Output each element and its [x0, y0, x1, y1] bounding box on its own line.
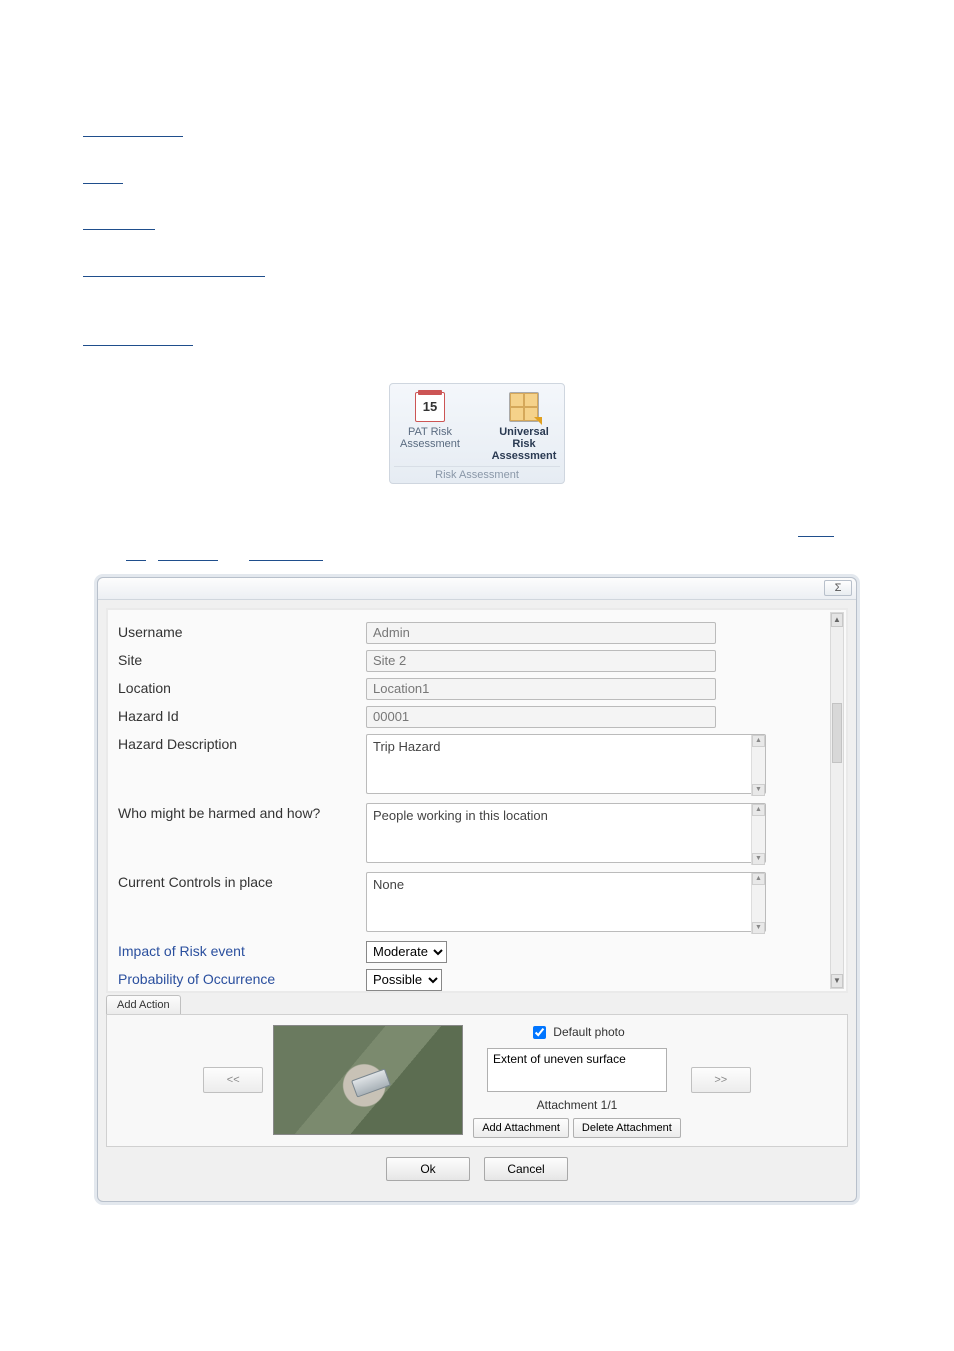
site-field[interactable]: [366, 650, 716, 672]
label-hazard-description: Hazard Description: [118, 734, 366, 752]
label-probability: Probability of Occurrence: [118, 969, 366, 987]
label-current-controls: Current Controls in place: [118, 872, 366, 890]
attachment-caption-field[interactable]: Extent of uneven surface: [487, 1048, 667, 1092]
scroll-down-button[interactable]: ▼: [752, 853, 765, 865]
scroll-thumb[interactable]: [832, 703, 842, 763]
ribbon-risk-assessment-group: 15 PAT RiskAssessment Universal RiskAsse…: [389, 383, 565, 484]
label-impact: Impact of Risk event: [118, 941, 366, 959]
location-field[interactable]: [366, 678, 716, 700]
next-attachment-button[interactable]: >>: [691, 1067, 751, 1093]
grid-warning-icon: [509, 392, 539, 422]
label-site: Site: [118, 650, 366, 668]
scroll-down-button[interactable]: ▼: [831, 974, 843, 988]
cancel-button[interactable]: Cancel: [484, 1157, 568, 1181]
username-field[interactable]: [366, 622, 716, 644]
textarea-scrollbar[interactable]: ▲ ▼: [751, 735, 765, 796]
calendar-icon: 15: [415, 392, 445, 422]
label-location: Location: [118, 678, 366, 696]
add-action-button[interactable]: Add Action: [106, 995, 181, 1014]
scroll-up-button[interactable]: ▲: [831, 613, 843, 627]
hazard-id-field[interactable]: [366, 706, 716, 728]
add-attachment-button[interactable]: Add Attachment: [473, 1118, 569, 1138]
scroll-up-button[interactable]: ▲: [752, 873, 765, 885]
label-hazard-id: Hazard Id: [118, 706, 366, 724]
risk-assessment-dialog: Σ ▲ ▼ Username Site Location: [97, 577, 857, 1202]
prev-attachment-button[interactable]: <<: [203, 1067, 263, 1093]
probability-select[interactable]: Possible: [366, 969, 442, 991]
vertical-scrollbar[interactable]: ▲ ▼: [830, 612, 844, 989]
form-scroll-panel: ▲ ▼ Username Site Location Hazard: [106, 608, 848, 993]
attachment-thumbnail[interactable]: [273, 1025, 463, 1135]
textarea-scrollbar[interactable]: ▲ ▼: [751, 873, 765, 934]
attachment-panel: << Default photo Extent of uneven surfac…: [106, 1014, 848, 1147]
ribbon-pat-risk-button[interactable]: 15 PAT RiskAssessment: [394, 392, 466, 462]
default-photo-checkbox[interactable]: Default photo: [529, 1023, 624, 1042]
label-who-harmed: Who might be harmed and how?: [118, 803, 366, 821]
label-username: Username: [118, 622, 366, 640]
current-controls-field[interactable]: None: [366, 872, 766, 932]
ribbon-group-caption: Risk Assessment: [394, 466, 560, 481]
delete-attachment-button[interactable]: Delete Attachment: [573, 1118, 681, 1138]
ribbon-universal-risk-button[interactable]: Universal RiskAssessment: [488, 392, 560, 462]
mid-text: [60, 514, 894, 561]
scroll-down-button[interactable]: ▼: [752, 784, 765, 796]
textarea-scrollbar[interactable]: ▲ ▼: [751, 804, 765, 865]
dialog-titlebar: Σ: [98, 578, 856, 600]
scroll-up-button[interactable]: ▲: [752, 735, 765, 747]
default-photo-label: Default photo: [553, 1025, 624, 1039]
hazard-description-field[interactable]: Trip Hazard: [366, 734, 766, 794]
scroll-up-button[interactable]: ▲: [752, 804, 765, 816]
ribbon-label: Universal RiskAssessment: [488, 426, 560, 462]
impact-select[interactable]: Moderate: [366, 941, 447, 963]
ok-button[interactable]: Ok: [386, 1157, 470, 1181]
intro-text: [60, 90, 894, 369]
attachment-count: Attachment 1/1: [537, 1098, 618, 1112]
who-harmed-field[interactable]: People working in this location: [366, 803, 766, 863]
close-button[interactable]: Σ: [824, 580, 852, 596]
scroll-down-button[interactable]: ▼: [752, 922, 765, 934]
close-icon: Σ: [835, 582, 842, 594]
ribbon-label: PAT RiskAssessment: [400, 426, 460, 450]
default-photo-check[interactable]: [533, 1026, 546, 1039]
